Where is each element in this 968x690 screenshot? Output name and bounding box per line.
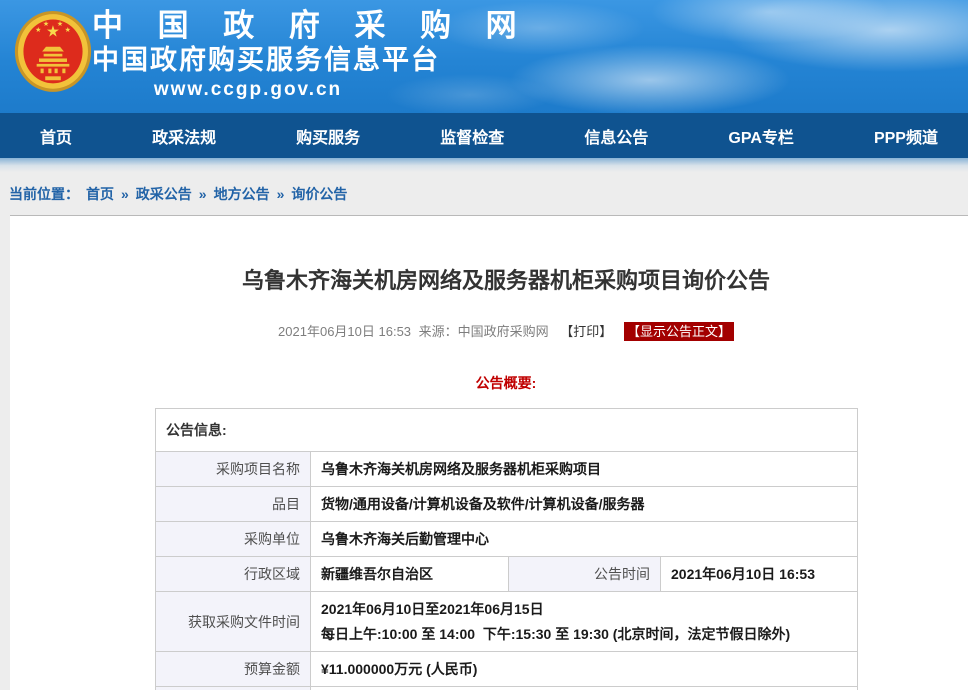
row-value: 新疆维吾尔自治区 [311, 557, 509, 592]
source-text: 来源：中国政府采购网 [419, 324, 549, 339]
table-row: 品目 货物/通用设备/计算机设备及软件/计算机设备/服务器 [156, 487, 858, 522]
table-row: 获取采购文件时间 2021年06月10日至2021年06月15日 每日上午:10… [156, 592, 858, 652]
show-notice-button[interactable]: 【显示公告正文】 [624, 322, 734, 341]
row-value: 2021年06月10日 16:53 [661, 557, 858, 592]
site-banner: ★ ★ ★ ★ ★ 中 国 政 府 采 购 网 中国政府购买服务信息平台 www… [0, 0, 968, 113]
row-label: 品目 [156, 487, 311, 522]
breadcrumb: 当前位置： 首页 » 政采公告 » 地方公告 » 询价公告 [0, 172, 968, 215]
doc-time-line1: 2021年06月10日至2021年06月15日 [321, 600, 847, 618]
breadcrumb-label: 当前位置： [9, 184, 79, 204]
breadcrumb-separator: » [277, 186, 285, 202]
site-title: 中 国 政 府 采 购 网 [92, 8, 404, 44]
nav-item-gpa[interactable]: GPA专栏 [728, 124, 794, 148]
summary-heading: 公告概要: [155, 373, 857, 393]
table-row: 预算金额 ¥11.000000万元 (人民币) [156, 652, 858, 687]
publish-datetime: 2021年06月10日 16:53 [278, 324, 411, 339]
table-row: 采购项目名称 乌鲁木齐海关机房网络及服务器机柜采购项目 [156, 452, 858, 487]
row-value: 货物/通用设备/计算机设备及软件/计算机设备/服务器 [311, 487, 858, 522]
nav-item-announcements[interactable]: 信息公告 [584, 124, 648, 148]
nav-item-supervision[interactable]: 监督检查 [440, 124, 504, 148]
row-value: ¥11.000000万元 (人民币) [311, 652, 858, 687]
site-url: www.ccgp.gov.cn [92, 77, 404, 103]
national-emblem-icon: ★ ★ ★ ★ ★ [14, 11, 92, 95]
row-label: 行政区域 [156, 557, 311, 592]
row-value: 2021年06月10日至2021年06月15日 每日上午:10:00 至 14:… [311, 592, 858, 652]
breadcrumb-separator: » [121, 186, 129, 202]
nav-item-purchase-services[interactable]: 购买服务 [296, 124, 360, 148]
page-title: 乌鲁木齐海关机房网络及服务器机柜采购项目询价公告 [155, 216, 857, 296]
nav-item-home[interactable]: 首页 [40, 124, 72, 148]
main-nav: 首页 政采法规 购买服务 监督检查 信息公告 GPA专栏 PPP频道 [0, 113, 968, 158]
row-label: 采购项目名称 [156, 452, 311, 487]
table-row-partial [156, 687, 858, 690]
table-row: 采购单位 乌鲁木齐海关后勤管理中心 [156, 522, 858, 557]
breadcrumb-separator: » [199, 186, 207, 202]
table-section-row: 公告信息: [156, 409, 858, 452]
svg-text:★: ★ [65, 26, 71, 34]
breadcrumb-item-local[interactable]: 地方公告 [214, 184, 270, 204]
row-label: 获取采购文件时间 [156, 592, 311, 652]
svg-text:★: ★ [43, 20, 49, 28]
row-label: 公告时间 [509, 557, 661, 592]
table-row: 行政区域 新疆维吾尔自治区 公告时间 2021年06月10日 16:53 [156, 557, 858, 592]
site-subtitle: 中国政府购买服务信息平台 [92, 44, 404, 77]
row-value: 乌鲁木齐海关机房网络及服务器机柜采购项目 [311, 452, 858, 487]
site-identity: 中 国 政 府 采 购 网 中国政府购买服务信息平台 www.ccgp.gov.… [92, 8, 404, 103]
nav-shadow-strip [0, 158, 968, 172]
content-card: 乌鲁木齐海关机房网络及服务器机柜采购项目询价公告 2021年06月10日 16:… [10, 215, 968, 690]
print-button[interactable]: 【打印】 [560, 324, 612, 339]
svg-text:★: ★ [57, 20, 63, 28]
row-value: 乌鲁木齐海关后勤管理中心 [311, 522, 858, 557]
svg-text:★: ★ [35, 26, 41, 34]
breadcrumb-item-announcements[interactable]: 政采公告 [136, 184, 192, 204]
breadcrumb-item-home[interactable]: 首页 [86, 184, 114, 204]
doc-time-line2: 每日上午:10:00 至 14:00 下午:15:30 至 19:30 (北京时… [321, 618, 847, 643]
row-label: 采购单位 [156, 522, 311, 557]
article-meta: 2021年06月10日 16:53 来源：中国政府采购网 【打印】 【显示公告正… [155, 321, 857, 340]
nav-item-regulations[interactable]: 政采法规 [152, 124, 216, 148]
breadcrumb-item-inquiry[interactable]: 询价公告 [291, 184, 347, 204]
nav-item-ppp[interactable]: PPP频道 [874, 124, 938, 148]
notice-info-table: 公告信息: 采购项目名称 乌鲁木齐海关机房网络及服务器机柜采购项目 品目 货物/… [155, 408, 858, 690]
table-section-header: 公告信息: [156, 409, 858, 452]
row-label: 预算金额 [156, 652, 311, 687]
